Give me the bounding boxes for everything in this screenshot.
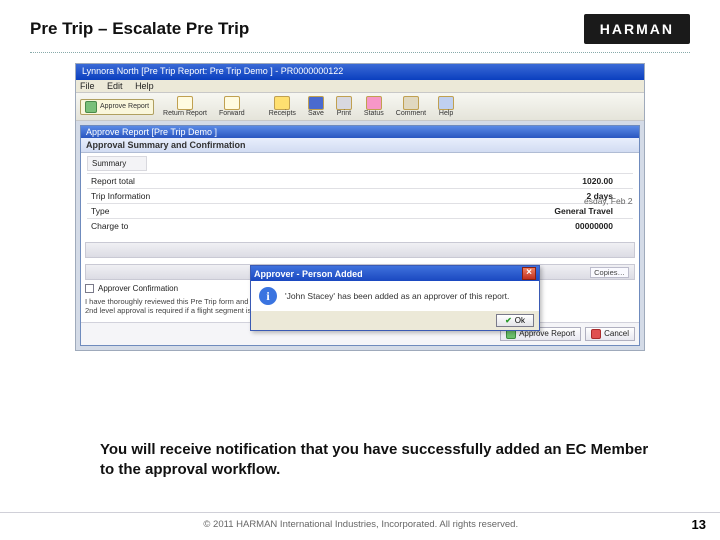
row-value: 00000000 — [332, 219, 633, 234]
row-label: Report total — [87, 174, 332, 189]
printer-icon — [336, 96, 352, 110]
toolbar-help[interactable]: Help — [435, 95, 457, 118]
help-icon — [438, 96, 454, 110]
toolbar-forward[interactable]: Forward — [216, 95, 248, 118]
table-row: Type General Travel — [87, 204, 633, 219]
toolbar-return-report[interactable]: Return Report — [160, 95, 210, 118]
divider — [30, 52, 690, 53]
check-icon: ✔ — [505, 316, 512, 325]
toolbar-save[interactable]: Save — [305, 95, 327, 118]
brand-logo: HARMAN — [584, 14, 690, 44]
menubar: File Edit Help — [76, 80, 644, 93]
dialog-message: 'John Stacey' has been added as an appro… — [285, 291, 531, 301]
menu-edit[interactable]: Edit — [107, 81, 123, 91]
slide-footer: © 2011 HARMAN International Industries, … — [0, 512, 720, 532]
status-icon — [366, 96, 382, 110]
alert-icon — [274, 96, 290, 110]
forward-icon — [224, 96, 240, 110]
dialog-close-button[interactable]: × — [522, 267, 536, 280]
menu-file[interactable]: File — [80, 81, 95, 91]
toolbar-status[interactable]: Status — [361, 95, 387, 118]
close-icon — [591, 329, 601, 339]
approver-added-dialog: Approver - Person Added × i 'John Stacey… — [250, 265, 540, 331]
approver-confirm-checkbox[interactable] — [85, 284, 94, 293]
toolbar-approve-label: Approve Report — [100, 103, 149, 110]
toolbar-receipts[interactable]: Receipts — [266, 95, 299, 118]
table-row: Trip Information 2 days — [87, 189, 633, 204]
approval-header: Approval Summary and Confirmation — [81, 138, 639, 153]
row-label: Charge to — [87, 219, 332, 234]
comment-icon — [403, 96, 419, 110]
toolbar-approve-report[interactable]: Approve Report — [80, 99, 154, 115]
table-row: Charge to 00000000 — [87, 219, 633, 234]
row-value: 1020.00 — [332, 174, 633, 189]
cancel-button[interactable]: Cancel — [585, 327, 635, 341]
copyright: © 2011 HARMAN International Industries, … — [30, 519, 692, 530]
return-icon — [177, 96, 193, 110]
toolbar-comment[interactable]: Comment — [393, 95, 429, 118]
slide-caption: You will receive notification that you h… — [100, 440, 650, 481]
partial-date-text: esday, Feb 2 — [584, 196, 633, 206]
disk-icon — [308, 96, 324, 110]
ok-button[interactable]: ✔ Ok — [496, 314, 534, 327]
page-number: 13 — [692, 517, 720, 532]
dialog-title: Approver - Person Added — [254, 269, 363, 279]
toolbar-print[interactable]: Print — [333, 95, 355, 118]
row-label: Type — [87, 204, 332, 219]
summary-table: Report total 1020.00 Trip Information 2 … — [87, 173, 633, 233]
window-titlebar: Lynnora North [Pre Trip Report: Pre Trip… — [76, 64, 644, 80]
menu-help[interactable]: Help — [135, 81, 154, 91]
info-icon: i — [259, 287, 277, 305]
copies-dropdown[interactable]: Copies… — [590, 267, 629, 278]
section-band-1 — [85, 242, 635, 258]
inner-window-title: Approve Report [Pre Trip Demo ] — [81, 126, 639, 138]
check-icon — [85, 101, 97, 113]
summary-label: Summary — [87, 156, 147, 171]
approver-confirm-label: Approver Confirmation — [98, 284, 178, 293]
toolbar: Approve Report Return Report Forward Rec… — [76, 93, 644, 121]
row-label: Trip Information — [87, 189, 332, 204]
page-title: Pre Trip – Escalate Pre Trip — [30, 19, 249, 39]
table-row: Report total 1020.00 — [87, 174, 633, 189]
